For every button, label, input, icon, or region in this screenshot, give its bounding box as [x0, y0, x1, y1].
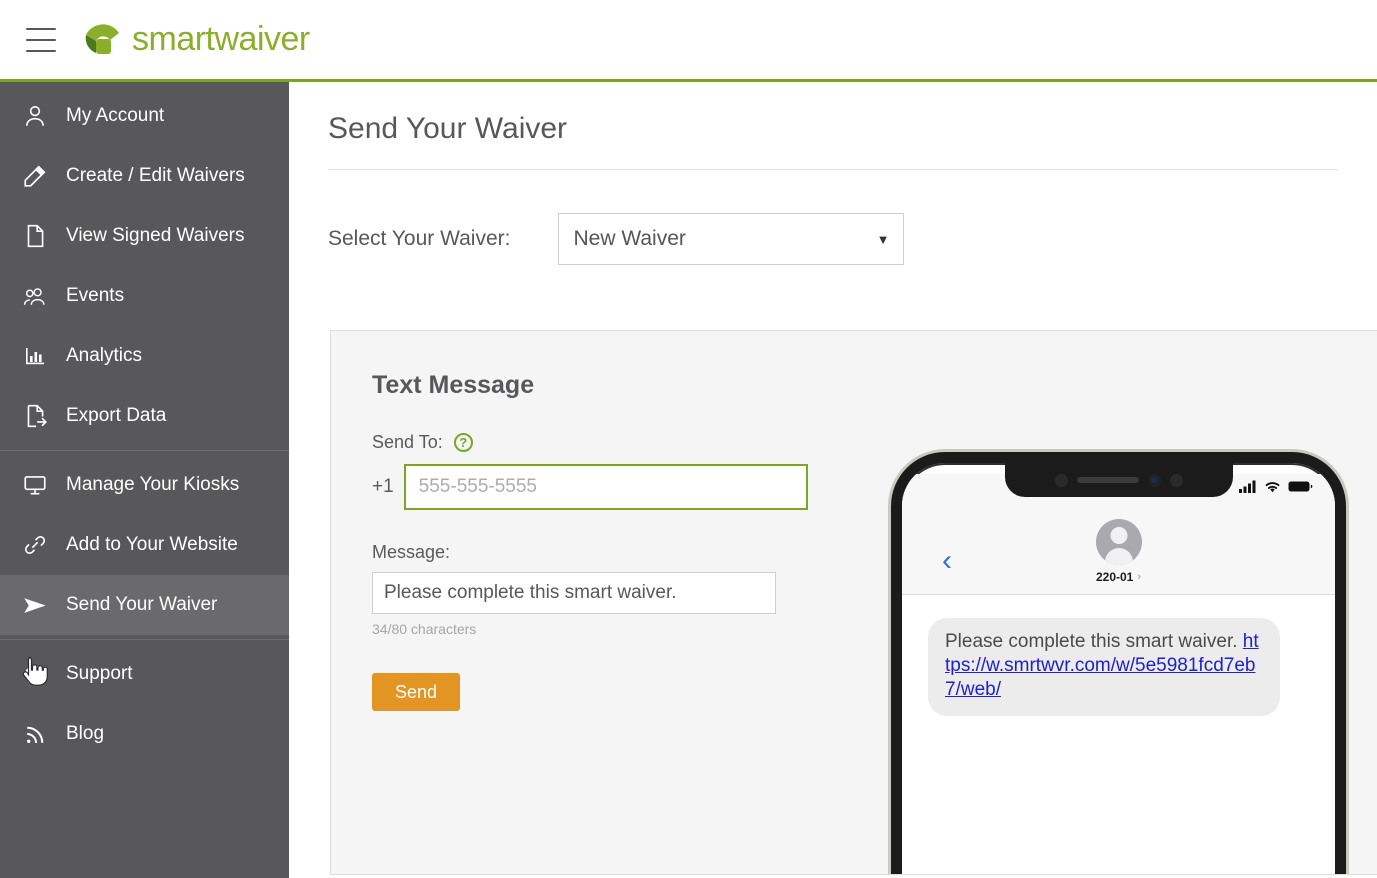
message-label: Message: — [372, 542, 451, 562]
title-divider — [328, 169, 1338, 170]
text-message-card: Text Message Send To: ? +1 Message: 34/8… — [330, 330, 1377, 875]
wifi-icon — [1265, 481, 1280, 492]
sidebar-item-label: Analytics — [66, 345, 143, 366]
people-icon — [20, 281, 50, 311]
sidebar-item-label: Blog — [66, 723, 105, 744]
sidebar-item-events[interactable]: Events — [0, 266, 289, 326]
chat-bubble-icon — [20, 659, 50, 689]
brand-name: smartwaiver — [132, 20, 310, 58]
message-bubble-text: Please complete this smart waiver. — [945, 631, 1238, 652]
message-bubble: Please complete this smart waiver. https… — [928, 618, 1280, 717]
sidebar-item-label: Export Data — [66, 405, 167, 426]
pencil-icon — [20, 161, 50, 191]
bar-chart-icon — [20, 341, 50, 371]
sidebar-item-label: Create / Edit Waivers — [66, 165, 245, 186]
send-icon — [20, 590, 50, 620]
waiver-select-row: Select Your Waiver: New Waiver ▼ — [328, 213, 1377, 265]
sidebar-item-label: Manage Your Kiosks — [66, 474, 240, 495]
sidebar-item-view-signed-waivers[interactable]: View Signed Waivers — [0, 206, 289, 266]
chevron-left-icon[interactable]: ‹ — [942, 546, 952, 576]
question-mark-circle-icon[interactable]: ? — [453, 433, 473, 452]
phone-frame: ‹ 220-01 › Please complete this smart wa… — [891, 452, 1346, 874]
phone-input-row: +1 — [372, 464, 832, 510]
character-counter: 34/80 characters — [372, 621, 477, 637]
sidebar-item-analytics[interactable]: Analytics — [0, 326, 289, 386]
cellular-signal-icon — [1239, 480, 1256, 493]
brand-logo[interactable]: smartwaiver — [83, 20, 310, 60]
link-icon — [20, 530, 50, 560]
app-header: smartwaiver — [0, 0, 1377, 82]
sidebar-item-support[interactable]: Support — [0, 644, 289, 704]
waiver-select-label: Select Your Waiver: — [328, 227, 511, 250]
sidebar-item-blog[interactable]: Blog — [0, 704, 289, 764]
send-to-label-row: Send To: ? — [372, 432, 832, 453]
message-list: Please complete this smart waiver. https… — [902, 595, 1335, 717]
main-content: Send Your Waiver Select Your Waiver: New… — [289, 82, 1377, 878]
sidebar-item-label: View Signed Waivers — [66, 225, 245, 246]
sidebar-group-resources: Support Blog — [0, 640, 289, 768]
card-heading: Text Message — [372, 371, 535, 399]
page-title: Send Your Waiver — [328, 112, 568, 145]
sidebar-item-send-your-waiver[interactable]: Send Your Waiver — [0, 575, 289, 635]
sidebar-item-my-account[interactable]: My Account — [0, 86, 289, 146]
smartwaiver-logo-icon — [85, 23, 119, 54]
chevron-down-icon: ▼ — [876, 231, 890, 247]
sidebar-group-primary: My Account Create / Edit Waivers View Si… — [0, 82, 289, 450]
contact-name[interactable]: 220-01 › — [1096, 570, 1141, 584]
sidebar-item-create-edit-waivers[interactable]: Create / Edit Waivers — [0, 146, 289, 206]
sidebar-item-label: Support — [66, 663, 133, 684]
message-input[interactable] — [372, 572, 776, 614]
waiver-select-value: New Waiver — [573, 227, 686, 250]
phone-number-input[interactable] — [403, 464, 808, 510]
user-icon — [20, 101, 50, 131]
sidebar-item-label: Events — [66, 285, 125, 306]
sidebar-item-add-to-your-website[interactable]: Add to Your Website — [0, 515, 289, 575]
contact-name-text: 220-01 — [1095, 570, 1134, 584]
hamburger-menu-icon[interactable] — [26, 27, 56, 52]
chevron-right-icon: › — [1137, 571, 1142, 583]
country-prefix: +1 — [372, 476, 394, 497]
export-icon — [20, 401, 50, 431]
sidebar-item-label: My Account — [66, 105, 165, 126]
contact-avatar-icon — [1095, 519, 1142, 565]
battery-icon — [1288, 481, 1313, 491]
sidebar-item-label: Send Your Waiver — [66, 594, 218, 615]
text-message-form: Text Message Send To: ? +1 Message: 34/8… — [372, 371, 832, 711]
sidebar-item-label: Add to Your Website — [66, 534, 238, 555]
phone-screen: ‹ 220-01 › Please complete this smart wa… — [902, 474, 1335, 874]
sidebar-item-manage-your-kiosks[interactable]: Manage Your Kiosks — [0, 455, 289, 515]
sidebar-item-export-data[interactable]: Export Data — [0, 386, 289, 446]
send-to-label: Send To: — [372, 432, 443, 452]
monitor-icon — [20, 470, 50, 500]
sidebar-nav: My Account Create / Edit Waivers View Si… — [0, 82, 289, 878]
phone-preview: ‹ 220-01 › Please complete this smart wa… — [891, 452, 1346, 874]
waiver-select[interactable]: New Waiver ▼ — [558, 213, 905, 265]
phone-status-bar — [902, 463, 1335, 509]
send-button[interactable]: Send — [372, 673, 460, 711]
sidebar-group-tools: Manage Your Kiosks Add to Your Website S… — [0, 451, 289, 639]
rss-icon — [20, 719, 50, 749]
document-icon — [20, 221, 50, 251]
